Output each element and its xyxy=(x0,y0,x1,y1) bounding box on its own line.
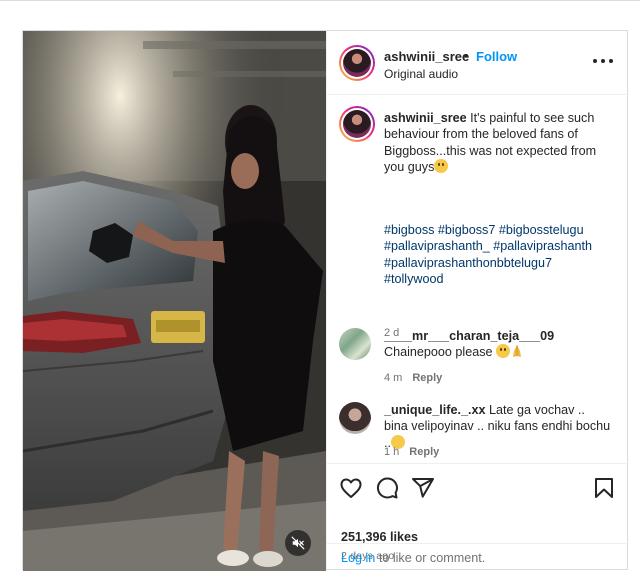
reply-button[interactable]: Reply xyxy=(409,446,439,458)
hashtag-link[interactable]: #pallaviprashanthonbbtelugu7 xyxy=(384,256,552,270)
hashtag-link[interactable]: #pallaviprashanth_ xyxy=(384,239,490,253)
author-username[interactable]: ashwinii_sree xyxy=(384,49,469,64)
comments-section[interactable]: ashwinii_sree It's painful to see such b… xyxy=(327,96,629,463)
post-side-panel: ashwinii_sree • Follow Original audio as… xyxy=(326,31,629,571)
hashtag-link[interactable]: #bigboss xyxy=(384,223,434,237)
login-prompt: Log in to like or comment. xyxy=(327,543,629,571)
comment-time[interactable]: 1 h xyxy=(384,446,399,458)
comment-time[interactable]: 4 m xyxy=(384,372,402,384)
follow-button[interactable]: Follow xyxy=(476,49,517,64)
caption-text: ashwinii_sree It's painful to see such b… xyxy=(384,110,610,175)
author-avatar[interactable] xyxy=(339,45,375,81)
login-prompt-text: to like or comment. xyxy=(378,551,486,565)
login-link[interactable]: Log in xyxy=(341,551,375,565)
audio-link[interactable]: Original audio xyxy=(384,67,458,81)
top-divider xyxy=(0,0,640,1)
mute-toggle-button[interactable] xyxy=(285,530,311,556)
sad-face-emoji xyxy=(434,158,449,173)
heart-icon[interactable] xyxy=(339,476,363,500)
instagram-post: ashwinii_sree • Follow Original audio as… xyxy=(22,30,629,571)
hashtag-link[interactable]: #bigbosstelugu xyxy=(499,223,584,237)
commenter-username[interactable]: _unique_life._.xx xyxy=(384,403,486,417)
more-options-icon[interactable] xyxy=(593,53,613,69)
comment-icon[interactable] xyxy=(375,476,399,500)
post-header: ashwinii_sree • Follow Original audio xyxy=(327,31,629,95)
commenter-avatar[interactable] xyxy=(339,402,371,434)
reply-button[interactable]: Reply xyxy=(412,372,442,384)
folded-hands-emoji xyxy=(513,345,522,358)
caption-username[interactable]: ashwinii_sree xyxy=(384,111,467,125)
separator-dot: • xyxy=(464,48,469,63)
hashtag-link[interactable]: #tollywood xyxy=(384,272,444,286)
save-bookmark-icon[interactable] xyxy=(592,476,616,500)
commenter-avatar[interactable] xyxy=(339,328,371,360)
comment-text: _unique_life._.xx Late ga vochav .. bina… xyxy=(384,403,611,450)
comment-meta: 1 h Reply xyxy=(384,446,439,458)
caption-avatar[interactable] xyxy=(339,106,375,142)
hashtag-link[interactable]: #bigboss7 xyxy=(438,223,495,237)
share-icon[interactable] xyxy=(411,476,435,500)
comment-text: ____mr___charan_teja___09 Chainepooo ple… xyxy=(384,329,555,360)
commenter-username[interactable]: ____mr___charan_teja___09 xyxy=(384,329,554,343)
audio-muted-icon xyxy=(291,536,305,550)
likes-count[interactable]: 251,396 likes xyxy=(341,530,418,544)
caption-hashtags: #bigboss #bigboss7 #bigbosstelugu #palla… xyxy=(384,222,614,287)
video-frame xyxy=(23,31,326,571)
sad-face-emoji xyxy=(496,344,511,359)
hashtag-link[interactable]: #pallaviprashanth xyxy=(493,239,592,253)
post-video[interactable] xyxy=(23,31,326,571)
comment-meta: 4 m Reply xyxy=(384,372,442,384)
